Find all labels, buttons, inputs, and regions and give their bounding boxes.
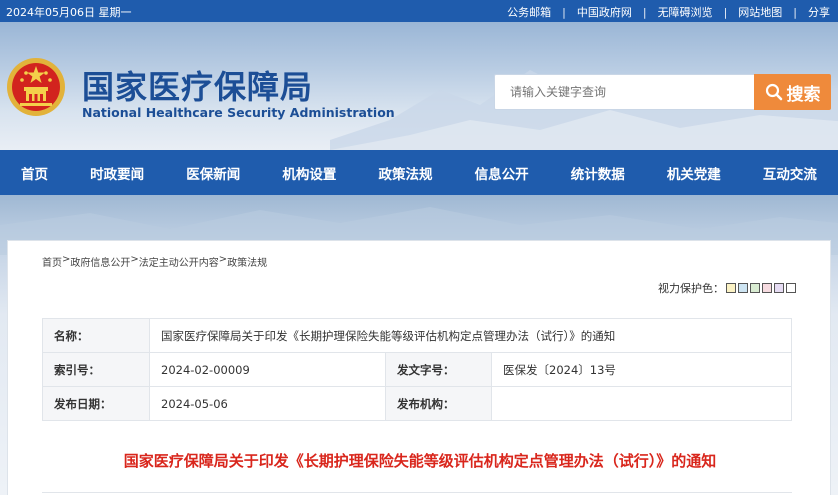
content-card: 首页 > 政府信息公开 > 法定主动公开内容 > 政策法规 视力保护色： 名称：… [7,240,831,495]
publish-date-value: 2024-05-06 [149,386,386,421]
publisher-value [491,386,792,421]
breadcrumb-policies[interactable]: 政策法规 [227,254,267,269]
separator: | [642,5,647,19]
name-label: 名称： [42,318,150,353]
nav-insurance-news[interactable]: 医保新闻 [186,163,240,183]
index-label: 索引号： [42,352,150,387]
doc-number-value: 医保发〔2024〕13号 [491,352,792,387]
separator: | [793,5,797,19]
document-title: 国家医疗保障局关于印发《长期护理保险失能等级评估机构定点管理办法（试行）》的通知 [123,452,717,470]
link-share[interactable]: 分享 [808,4,830,20]
nav-organization[interactable]: 机构设置 [282,163,336,183]
color-swatch-white[interactable] [786,283,796,293]
color-swatch-pink[interactable] [762,283,772,293]
separator: | [723,5,728,19]
breadcrumb-separator: > [130,254,139,265]
breadcrumb-separator: > [62,254,71,265]
color-swatch-blue[interactable] [738,283,748,293]
search-icon [765,83,782,101]
breadcrumb-statutory[interactable]: 法定主动公开内容 [139,254,219,269]
table-row: 发布日期： 2024-05-06 发布机构： [42,386,792,421]
color-swatch-purple[interactable] [774,283,784,293]
color-swatch-yellow[interactable] [726,283,736,293]
search-button-label: 搜索 [786,84,821,105]
vision-protection-label: 视力保护色： [658,282,724,295]
nav-info-disclosure[interactable]: 信息公开 [475,163,529,183]
doc-number-label: 发文字号： [385,352,492,387]
link-gov-cn[interactable]: 中国政府网 [577,4,632,20]
site-title-english: National Healthcare Security Administrat… [82,105,395,120]
breadcrumb-gov-info[interactable]: 政府信息公开 [70,254,130,269]
nav-home[interactable]: 首页 [21,163,48,183]
current-date: 2024年05月06日 星期一 [6,6,132,19]
table-row: 名称： 国家医疗保障局关于印发《长期护理保险失能等级评估机构定点管理办法（试行）… [42,318,792,353]
national-emblem-icon [7,58,65,116]
index-value: 2024-02-00009 [149,352,386,387]
publisher-label: 发布机构： [385,386,492,421]
search-box [494,74,756,110]
header-banner: 国家医疗保障局 National Healthcare Security Adm… [0,22,838,150]
main-nav: 首页 时政要闻 医保新闻 机构设置 政策法规 信息公开 统计数据 机关党建 互动… [0,150,838,195]
divider [42,492,792,493]
vision-protection: 视力保护色： [658,280,796,296]
breadcrumb: 首页 > 政府信息公开 > 法定主动公开内容 > 政策法规 [42,254,267,269]
search-input[interactable] [495,75,755,109]
link-accessibility[interactable]: 无障碍浏览 [658,4,713,20]
search-button[interactable]: 搜索 [754,74,831,110]
link-public-mail[interactable]: 公务邮箱 [507,4,551,20]
top-bar: 2024年05月06日 星期一 公务邮箱 | 中国政府网 | 无障碍浏览 | 网… [0,0,838,22]
color-swatch-green[interactable] [750,283,760,293]
nav-politics-news[interactable]: 时政要闻 [90,163,144,183]
site-title[interactable]: 国家医疗保障局 [82,62,313,108]
link-sitemap[interactable]: 网站地图 [738,4,782,20]
top-links: 公务邮箱 | 中国政府网 | 无障碍浏览 | 网站地图 | 分享 [507,4,830,20]
nav-statistics[interactable]: 统计数据 [571,163,625,183]
table-row: 索引号： 2024-02-00009 发文字号： 医保发〔2024〕13号 [42,352,792,387]
nav-policies[interactable]: 政策法规 [378,163,432,183]
breadcrumb-separator: > [218,254,228,265]
nav-party-building[interactable]: 机关党建 [667,163,721,183]
publish-date-label: 发布日期： [42,386,150,421]
document-meta-table: 名称： 国家医疗保障局关于印发《长期护理保险失能等级评估机构定点管理办法（试行）… [42,318,792,421]
breadcrumb-home[interactable]: 首页 [42,254,62,269]
nav-interaction[interactable]: 互动交流 [763,163,817,183]
name-value: 国家医疗保障局关于印发《长期护理保险失能等级评估机构定点管理办法（试行）》的通知 [149,318,792,353]
separator: | [562,5,566,19]
